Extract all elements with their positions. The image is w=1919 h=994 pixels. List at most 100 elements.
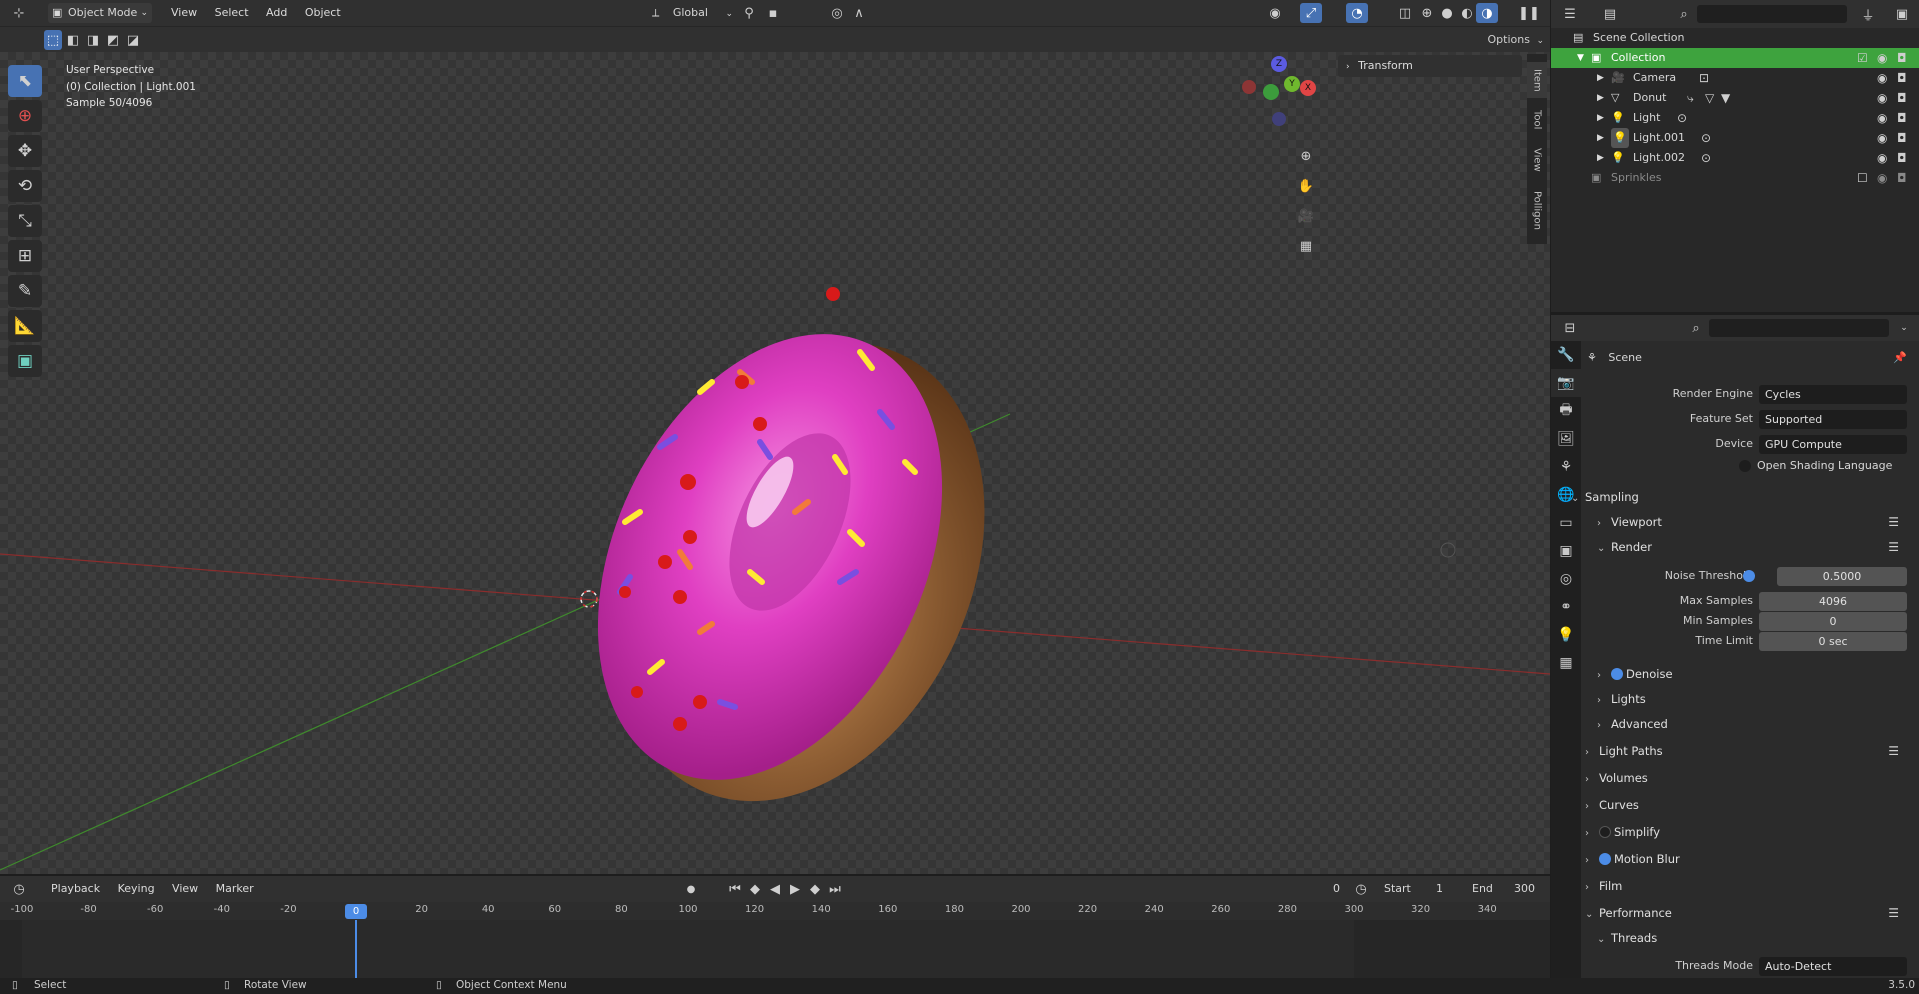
lights-subpanel[interactable]: › Lights	[1597, 687, 1911, 711]
gizmo-neg-x[interactable]	[1242, 80, 1256, 94]
rotate-tool-icon[interactable]: ⟲	[8, 170, 42, 202]
time-limit-field[interactable]: 0 sec	[1759, 632, 1907, 651]
filter-icon[interactable]: ⏚	[1857, 4, 1879, 24]
camera-render-icon[interactable]: ◘	[1897, 88, 1907, 108]
menu-keying[interactable]: Keying	[111, 876, 162, 902]
select-intersect-icon[interactable]: ◪	[124, 30, 142, 50]
curves-panel[interactable]: › Curves	[1585, 793, 1911, 817]
tab-item[interactable]: Item	[1527, 62, 1547, 98]
viewport-subpanel[interactable]: › Viewport ☰	[1597, 510, 1911, 534]
new-collection-icon[interactable]: ▣	[1891, 4, 1913, 24]
snap-icon[interactable]: ▪	[762, 3, 784, 23]
outliner-row-scene-collection[interactable]: ▤ Scene Collection	[1551, 28, 1919, 48]
list-icon[interactable]: ☰	[1888, 739, 1899, 763]
outliner-row-light-002[interactable]: ▶ 💡 Light.002 ⊙ ◉ ◘	[1551, 148, 1919, 168]
noise-threshold-field[interactable]: 0.5000	[1777, 567, 1907, 586]
camera-view-icon[interactable]: 🎥	[1295, 206, 1317, 226]
orientation-dropdown[interactable]: ⟂ Global ⌄	[652, 3, 733, 23]
gizmo-neg-z[interactable]	[1272, 112, 1286, 126]
motion-blur-panel[interactable]: › Motion Blur	[1585, 847, 1911, 871]
threads-mode-dropdown[interactable]: Auto-Detect	[1759, 957, 1907, 976]
outliner-row-collection[interactable]: ▼ ▣ Collection ☑ ◉ ◘	[1551, 48, 1919, 68]
display-mode-icon[interactable]: ▤	[1599, 4, 1621, 24]
expand-arrow-icon[interactable]: ▼	[1577, 48, 1584, 68]
end-frame-field[interactable]: 300	[1514, 879, 1535, 899]
eye-icon[interactable]: ◉	[1877, 68, 1887, 88]
scale-tool-icon[interactable]: ⤡	[8, 205, 42, 237]
select-extend-icon[interactable]: ◧	[64, 30, 82, 50]
play-reverse-icon[interactable]: ◀	[764, 879, 786, 899]
mode-dropdown[interactable]: ▣ Object Mode ⌄	[48, 3, 152, 23]
tab-tool[interactable]: Tool	[1527, 102, 1547, 138]
min-samples-field[interactable]: 0	[1759, 612, 1907, 631]
move-tool-icon[interactable]: ✥	[8, 135, 42, 167]
tab-polligon[interactable]: Polligon	[1527, 182, 1547, 238]
properties-search-input[interactable]	[1709, 319, 1889, 337]
zoom-icon[interactable]: ⊕	[1295, 146, 1317, 166]
osl-checkbox[interactable]	[1739, 460, 1751, 472]
denoise-subpanel[interactable]: › Denoise	[1597, 662, 1911, 686]
proportional-edit-icon[interactable]: ◎	[826, 3, 848, 23]
volumes-panel[interactable]: › Volumes	[1585, 766, 1911, 790]
menu-playback[interactable]: Playback	[44, 876, 107, 902]
exclude-checkbox[interactable]: ☐	[1857, 168, 1868, 188]
motion-blur-toggle[interactable]	[1599, 853, 1611, 865]
denoise-toggle[interactable]	[1611, 668, 1623, 680]
current-frame-field[interactable]: 0	[1280, 879, 1340, 899]
camera-render-icon[interactable]: ◘	[1897, 128, 1907, 148]
eye-icon[interactable]: ◉	[1877, 48, 1887, 68]
chevron-down-icon[interactable]: ⌄	[1893, 318, 1915, 338]
view-layer-tab-icon[interactable]: 🖼	[1551, 425, 1581, 453]
outliner-row-camera[interactable]: ▶ 🎥 Camera ⊡ ◉ ◘	[1551, 68, 1919, 88]
timeline-ruler[interactable]: -100 -80 -60 -40 -20 0 20 40 60 80 100 120 140 160 180…	[0, 902, 1550, 920]
expand-arrow-icon[interactable]: ▶	[1597, 148, 1604, 168]
threads-subpanel[interactable]: ⌄ Threads	[1597, 926, 1911, 950]
shading-rendered-icon[interactable]: ◑	[1476, 3, 1498, 23]
gizmo-toggle-icon[interactable]: ⤢	[1300, 3, 1322, 23]
expand-arrow-icon[interactable]: ▶	[1597, 68, 1604, 88]
measure-tool-icon[interactable]: 📐	[8, 310, 42, 342]
scene-tab-icon[interactable]: ⚘	[1551, 453, 1581, 481]
cursor-tool-icon[interactable]: ⊕	[8, 100, 42, 132]
outliner-row-light[interactable]: ▶ 💡 Light ⊙ ◉ ◘	[1551, 108, 1919, 128]
expand-arrow-icon[interactable]: ▶	[1597, 108, 1604, 128]
light-paths-panel[interactable]: › Light Paths ☰	[1585, 739, 1911, 763]
playhead[interactable]: 0	[345, 904, 367, 919]
outliner-row-donut[interactable]: ▶ ▽ Donut ⤷ ▽ ▼ ◉ ◘	[1551, 88, 1919, 108]
device-dropdown[interactable]: GPU Compute	[1759, 435, 1907, 454]
menu-object[interactable]: Object	[298, 0, 348, 26]
options-dropdown[interactable]: Options ⌄	[1488, 30, 1545, 51]
transform-panel[interactable]: › Transform	[1338, 55, 1522, 77]
eye-icon[interactable]: ◉	[1877, 128, 1887, 148]
editor-type-icon[interactable]: ⊹	[8, 3, 30, 23]
outliner-row-sprinkles[interactable]: ▣ Sprinkles ☐ ◉ ◘	[1551, 168, 1919, 188]
ortho-grid-icon[interactable]: ▦	[1295, 236, 1317, 256]
max-samples-field[interactable]: 4096	[1759, 592, 1907, 611]
simplify-panel[interactable]: › Simplify	[1585, 820, 1911, 844]
xray-icon[interactable]: ◫	[1394, 3, 1416, 23]
noise-threshold-toggle[interactable]	[1743, 570, 1755, 582]
prev-keyframe-icon[interactable]: ◆	[744, 879, 766, 899]
timeline-editor-icon[interactable]: ◷	[8, 879, 30, 899]
eye-icon[interactable]: ◉	[1877, 168, 1887, 188]
list-icon[interactable]: ☰	[1888, 901, 1899, 925]
eye-icon[interactable]: ◉	[1877, 108, 1887, 128]
select-invert-icon[interactable]: ◩	[104, 30, 122, 50]
render-engine-dropdown[interactable]: Cycles	[1759, 385, 1907, 404]
camera-render-icon[interactable]: ◘	[1897, 68, 1907, 88]
tool-tab-icon[interactable]: 🔧	[1551, 341, 1581, 369]
jump-start-icon[interactable]: ⏮	[724, 879, 746, 899]
shading-wireframe-icon[interactable]: ⊕	[1416, 3, 1438, 23]
select-subtract-icon[interactable]: ◨	[84, 30, 102, 50]
render-subpanel[interactable]: ⌄ Render ☰	[1597, 535, 1911, 559]
advanced-subpanel[interactable]: › Advanced	[1597, 712, 1911, 736]
search-icon[interactable]: ⌕	[1673, 4, 1695, 24]
play-icon[interactable]: ▶	[784, 879, 806, 899]
eye-icon[interactable]: ◉	[1877, 88, 1887, 108]
menu-view[interactable]: View	[164, 0, 204, 26]
sampling-panel[interactable]: ⌄ Sampling	[1571, 485, 1911, 509]
list-icon[interactable]: ☰	[1888, 535, 1899, 559]
record-icon[interactable]: ●	[680, 879, 702, 899]
feature-set-dropdown[interactable]: Supported	[1759, 410, 1907, 429]
tab-view[interactable]: View	[1527, 142, 1547, 178]
